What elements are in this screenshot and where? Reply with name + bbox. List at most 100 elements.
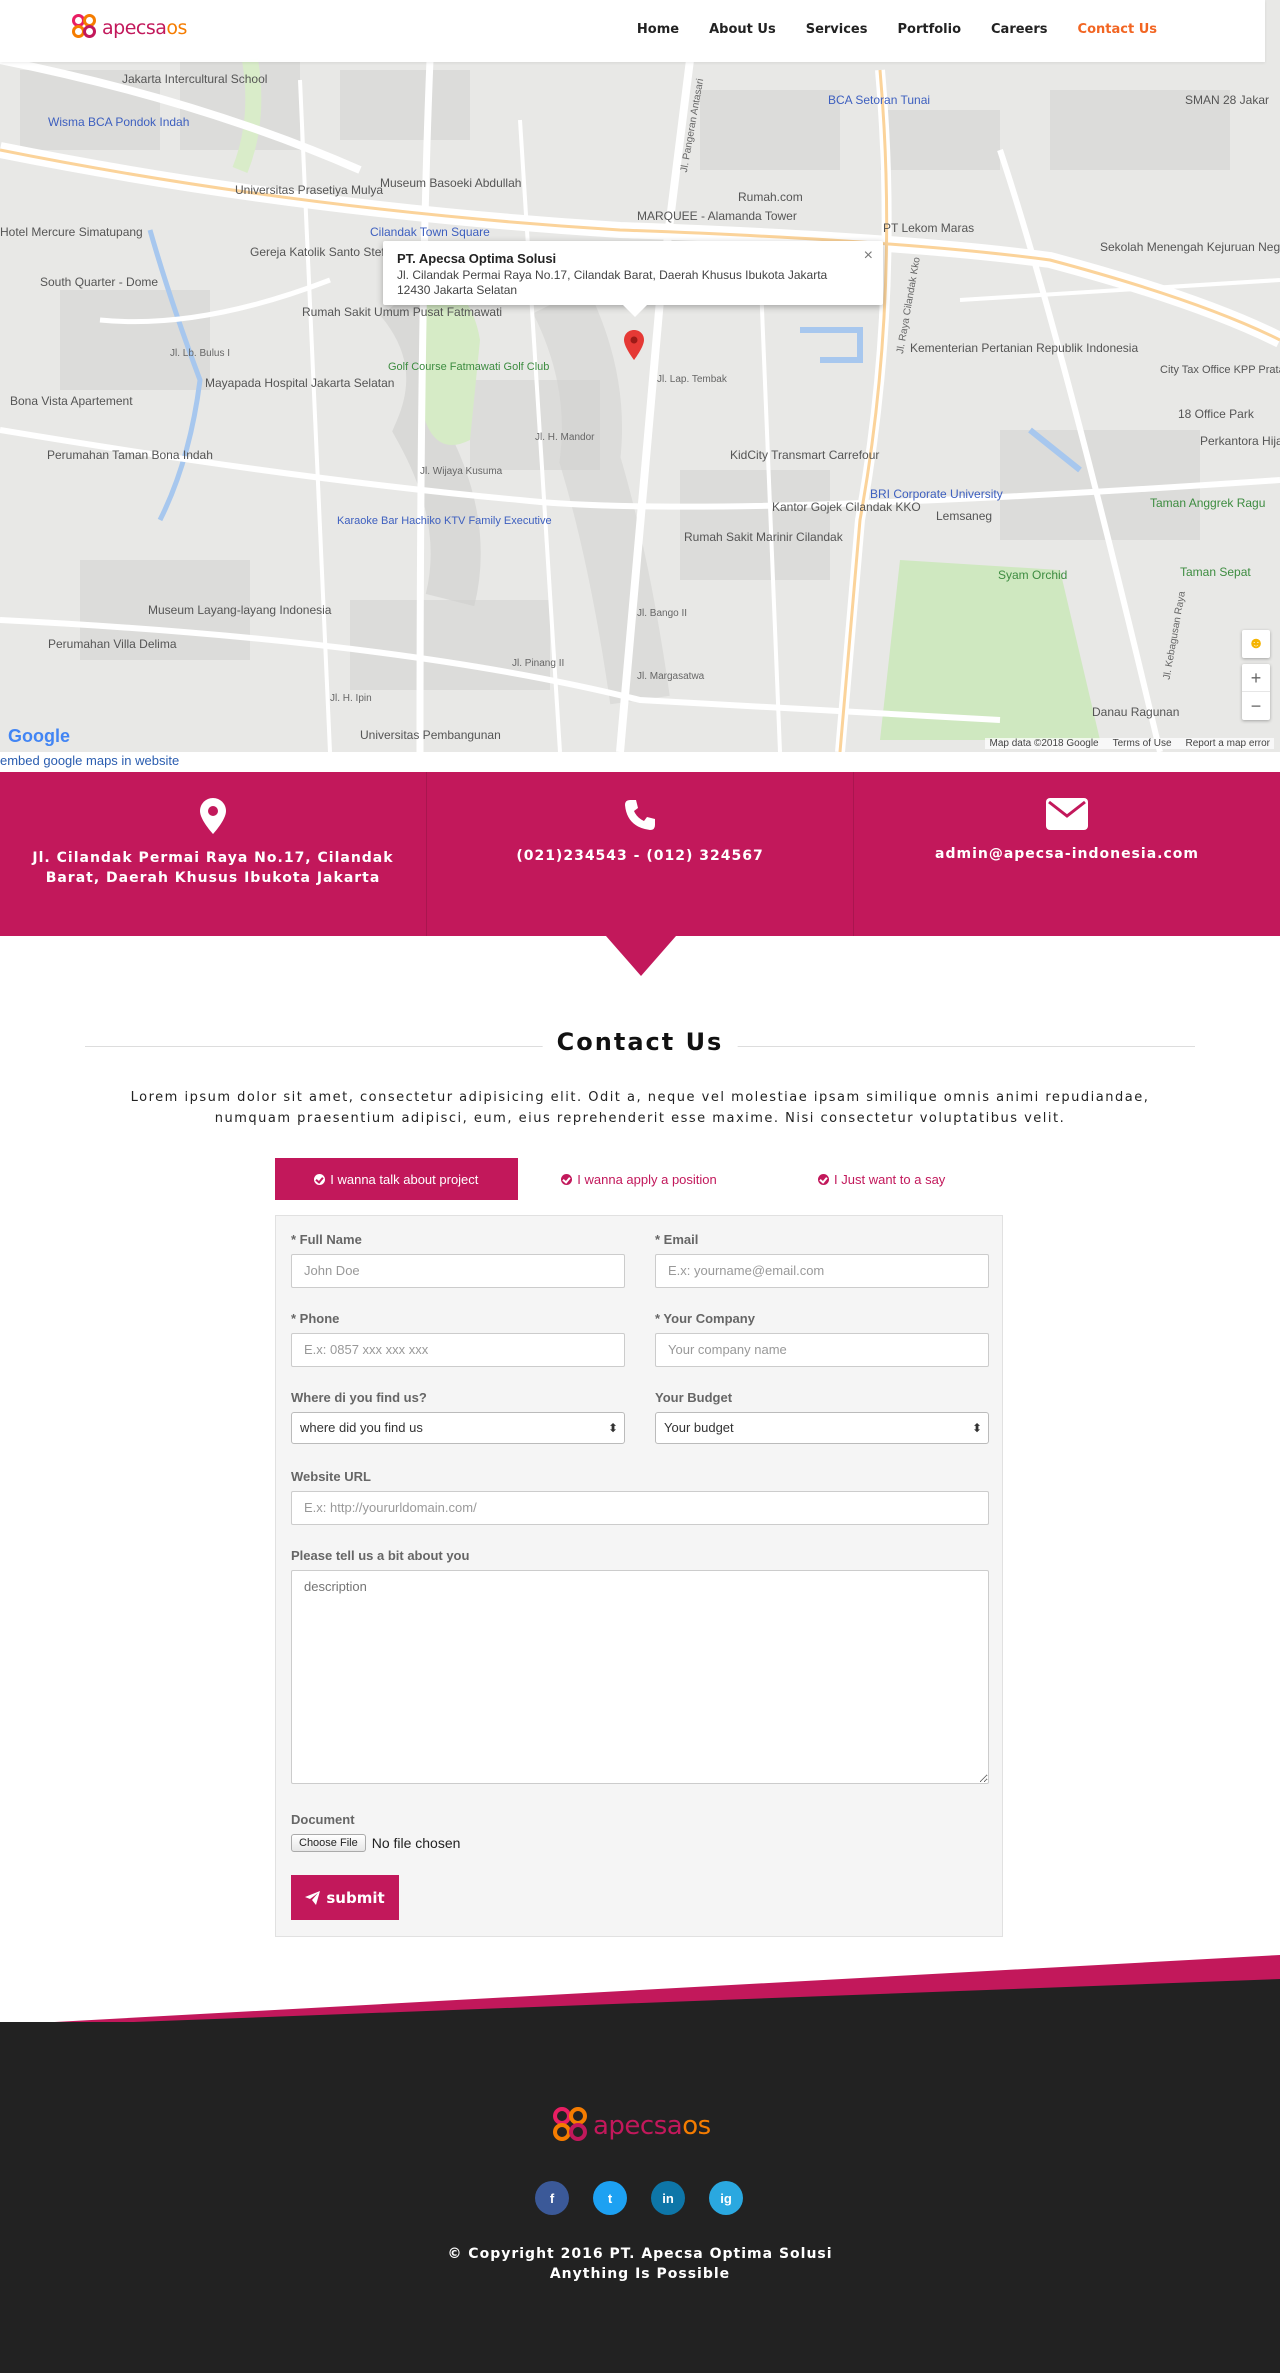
map-label: Museum Basoeki Abdullah [380,176,522,190]
road-label: Jl. Wijaya Kusuma [420,466,503,477]
phone-label: * Phone [291,1311,340,1326]
file-input: Choose File No file chosen [291,1834,989,1852]
road-label: Jl. Margasatwa [637,671,705,682]
google-logo: Google [8,726,70,747]
tab-label: I wanna talk about project [330,1171,479,1187]
report-map-error-link[interactable]: Report a map error [1186,738,1270,749]
footer-logo[interactable]: apecsaos [553,2107,711,2145]
map-background [0,0,1280,752]
map-label: Wisma BCA Pondok Indah [48,115,190,129]
map-label: Jakarta Intercultural School [122,72,268,86]
check-circle-icon [818,1173,830,1185]
website-input[interactable]: E.x: http://yoururldomain.com/ [291,1491,989,1525]
info-window-title: PT. Apecsa Optima Solusi [397,251,557,266]
map-label: KidCity Transmart Carrefour [730,448,880,462]
tab-label: I Just want to a say [834,1171,946,1187]
map-label: Golf Course Fatmawati Golf Club [388,361,550,373]
map-label: Hotel Mercure Simatupang [0,225,143,239]
copyright-text: © Copyright 2016 PT. Apecsa Optima Solus… [447,2246,833,2262]
logo-icon [72,14,100,42]
document-group: Document Choose File No file chosen [291,1812,989,1852]
tab-apply-position[interactable]: I wanna apply a position [518,1158,761,1200]
zoom-out-button[interactable]: − [1242,692,1270,720]
twitter-icon[interactable]: t [593,2181,627,2215]
map-label: BRI Corporate University [870,487,1003,501]
map-label: Taman Sepat [1180,565,1251,579]
embed-map-link[interactable]: embed google maps in website [0,753,179,768]
nav-services[interactable]: Services [806,22,868,37]
map-label: Gereja Katolik Santo Stefanus [250,245,411,259]
terms-link[interactable]: Terms of Use [1113,738,1172,749]
phone-icon [625,800,655,830]
source-select[interactable]: where did you find us [291,1412,625,1444]
site-footer: apecsaos f t in ig © Copyright 2016 PT. … [0,2022,1280,2373]
nav-careers[interactable]: Careers [991,22,1048,37]
choose-file-button[interactable]: Choose File [291,1834,366,1852]
map-label: 18 Office Park [1178,407,1254,421]
phone-input[interactable]: E.x: 0857 xxx xxx xxx [291,1333,625,1367]
submit-button[interactable]: submit [291,1875,399,1920]
nav-portfolio[interactable]: Portfolio [898,22,962,37]
map-label: Perumahan Villa Delima [48,637,177,651]
budget-group: Your Budget Your budget [655,1390,989,1444]
page-spacer [0,0,1,2373]
email-text[interactable]: admin@apecsa-indonesia.com [935,844,1199,864]
map-label: MARQUEE - Alamanda Tower [637,209,797,223]
budget-label: Your Budget [655,1390,733,1405]
envelope-icon [1046,798,1088,830]
submit-label: submit [326,1888,385,1907]
tab-just-say[interactable]: I Just want to a say [760,1158,1003,1200]
company-input[interactable]: Your company name [655,1333,989,1367]
map-label: Lemsaneg [936,509,993,523]
road-label: Jl. H. Mandor [535,432,595,443]
tab-project[interactable]: I wanna talk about project [275,1158,518,1200]
map-label: Rumah.com [738,190,803,204]
page-title: Contact Us [542,1028,738,1056]
social-links: f t in ig [535,2181,743,2215]
map-label: South Quarter - Dome [40,275,159,289]
map-label: SMAN 28 Jakar [1185,93,1270,107]
email-group: * Email E.x: yourname@email.com [655,1232,989,1288]
map-label: Kementerian Pertanian Republik Indonesia [910,341,1139,355]
map-data-credit: Map data ©2018 Google [989,738,1099,749]
nav-contact-us[interactable]: Contact Us [1078,22,1157,37]
map-label: Mayapada Hospital Jakarta Selatan [205,376,395,390]
map-attribution: Map data ©2018 Google Terms of Use Repor… [985,738,1274,749]
about-label: Please tell us a bit about you [291,1548,470,1563]
nav-about-us[interactable]: About Us [709,22,776,37]
map-label: Perumahan Taman Bona Indah [47,448,213,462]
map-pin-icon[interactable] [624,330,644,360]
email-input[interactable]: E.x: yourname@email.com [655,1254,989,1288]
road-label: Jl. H. Ipin [330,693,372,704]
about-group: Please tell us a bit about you [291,1548,989,1787]
budget-select[interactable]: Your budget [655,1412,989,1444]
logo-text-a: apecsa [593,2111,683,2141]
facebook-icon[interactable]: f [535,2181,569,2215]
check-circle-icon [561,1173,573,1185]
paper-plane-icon [305,1890,321,1905]
about-textarea[interactable] [291,1570,989,1784]
close-icon[interactable]: × [864,247,873,265]
map-label: Kantor Gojek Cilandak KKO [772,500,921,514]
instagram-icon[interactable]: ig [709,2181,743,2215]
road-label: Jl. Pinang II [512,658,565,669]
map-label: City Tax Office KPP Pratama Jakarta Pasa… [1160,364,1280,376]
map-info-window: PT. Apecsa Optima Solusi Jl. Cilandak Pe… [383,241,883,317]
linkedin-icon[interactable]: in [651,2181,685,2215]
google-map[interactable]: Jakarta Intercultural School Wisma BCA P… [0,0,1280,752]
full-name-input[interactable]: John Doe [291,1254,625,1288]
road-label: Jl. Bango II [637,608,688,619]
site-logo[interactable]: apecsaos [72,14,187,42]
contact-info-strip: Jl. Cilandak Permai Raya No.17, Cilandak… [0,772,1280,936]
site-header: apecsaos Home About Us Services Portfoli… [0,0,1265,62]
logo-text-a: apecsa [102,17,167,39]
zoom-in-button[interactable]: + [1242,664,1270,692]
map-label: Sekolah Menengah Kejuruan Negeri 57 Jkt [1100,240,1280,254]
phone-text: (021)234543 - (012) 324567 [516,848,764,864]
nav-home[interactable]: Home [637,22,679,37]
check-circle-icon [314,1173,326,1185]
footer-slant [0,1955,1280,2025]
street-view-pegman-icon[interactable]: ☻ [1242,630,1270,658]
map-label: Rumah Sakit Marinir Cilandak [684,530,843,544]
file-status: No file chosen [371,1835,461,1851]
